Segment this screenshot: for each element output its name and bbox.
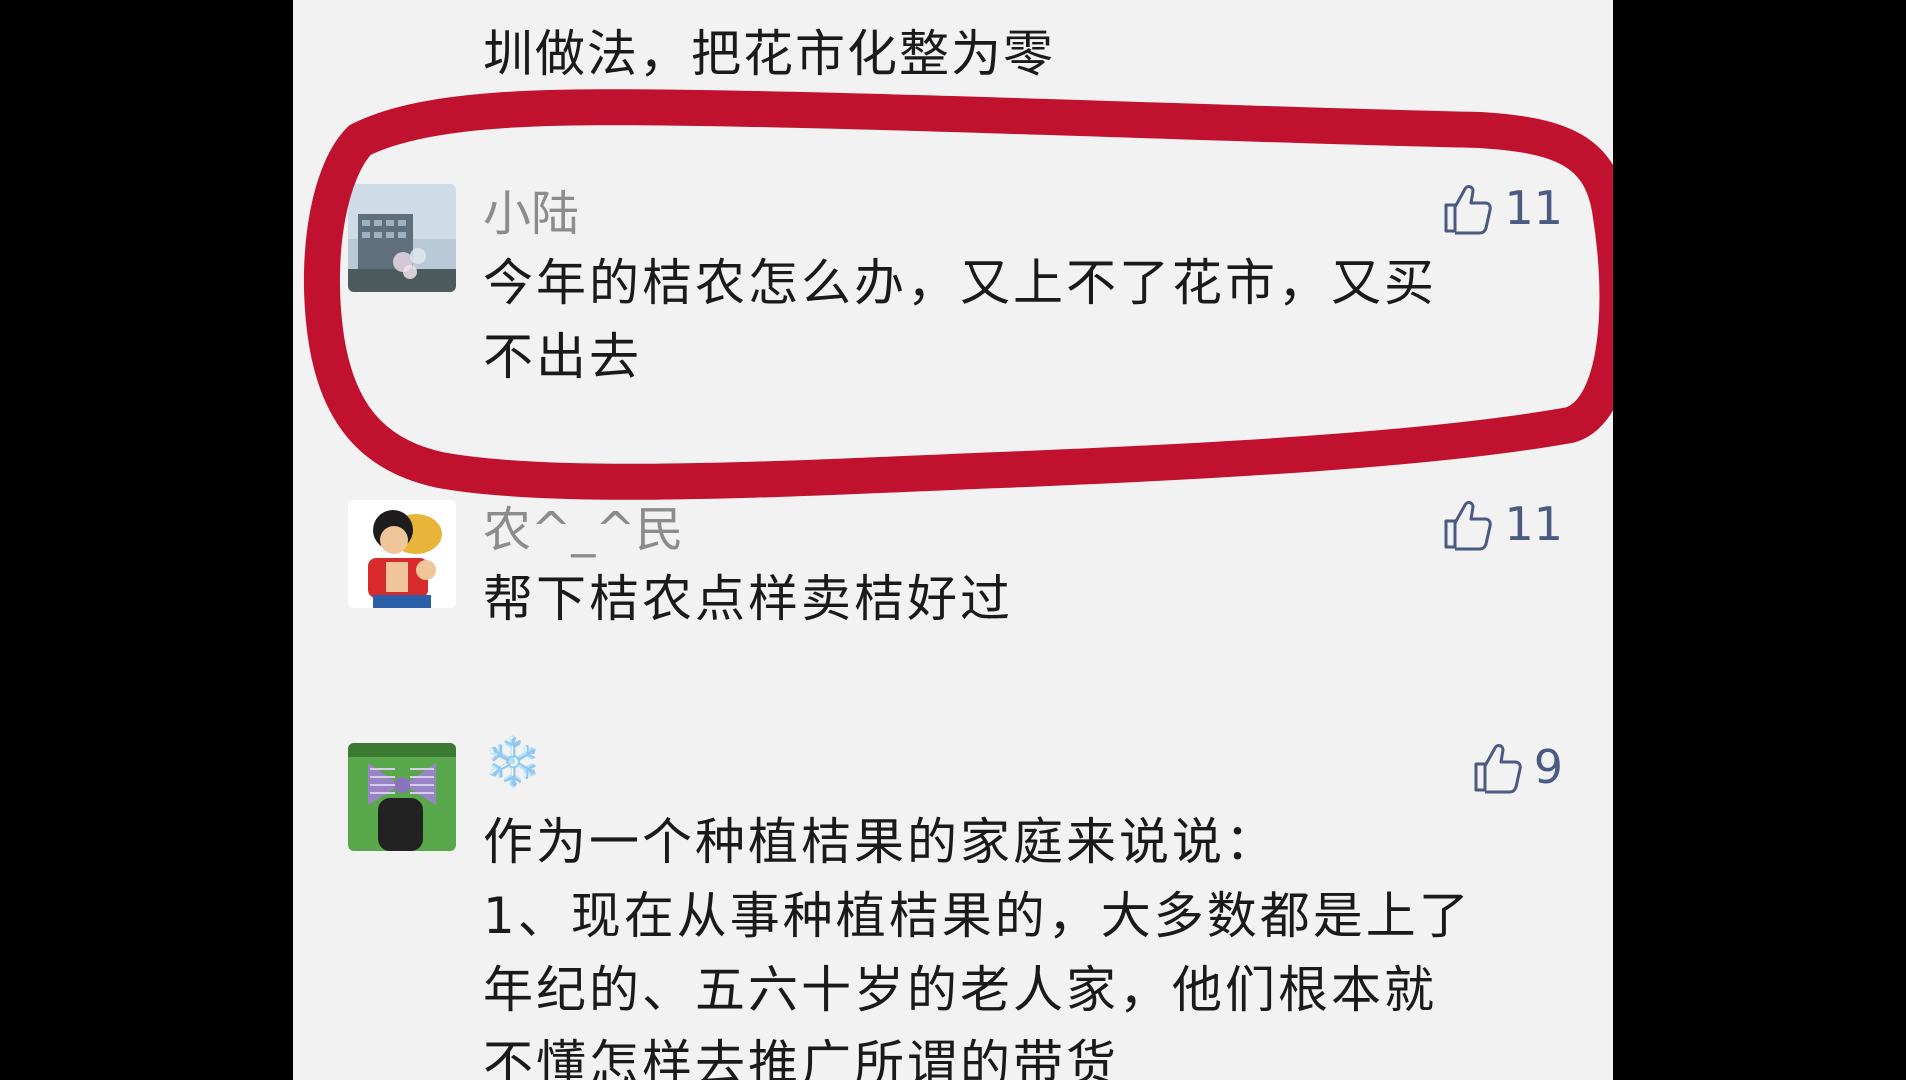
- purple-bow-avatar[interactable]: [348, 743, 456, 851]
- comment-text-line: 不懂怎样去推广所谓的带货: [483, 1035, 1119, 1080]
- previous-comment-text: 圳做法，把花市化整为零: [483, 25, 1055, 83]
- thumbs-up-icon: [1444, 185, 1493, 235]
- comment-body: 今年的桔农怎么办，又上不了花市，又买 不出去: [483, 246, 1563, 394]
- comment-text-line: 不出去: [483, 328, 642, 386]
- comment-body: 帮下桔农点样卖桔好过: [483, 562, 1563, 636]
- comment-text-line: 作为一个种植桔果的家庭来说说：: [483, 813, 1278, 871]
- avatar-image: [348, 184, 456, 292]
- cartoon-character-avatar[interactable]: [348, 500, 456, 608]
- comment-feed-panel: 圳做法，把花市化整为零 小陆 11 今年的桔农怎么办，又上不了花市，又买 不出去…: [293, 0, 1613, 1080]
- like-button[interactable]: 11: [1442, 492, 1563, 556]
- left-letterbox: [0, 0, 293, 1080]
- comment-text-line: 年纪的、五六十岁的老人家，他们根本就: [483, 961, 1437, 1019]
- like-button[interactable]: 9: [1472, 735, 1563, 799]
- avatar-image: [348, 500, 456, 608]
- comment-username[interactable]: ❄️: [483, 733, 543, 790]
- comment-text-line: 1、现在从事种植桔果的，大多数都是上了: [483, 887, 1472, 945]
- right-letterbox: [1613, 0, 1906, 1080]
- like-count: 11: [1504, 497, 1563, 551]
- avatar-image: [348, 743, 456, 851]
- thumbs-up-icon: [1444, 501, 1493, 551]
- building-photo-avatar[interactable]: [348, 184, 456, 292]
- comment-text-line: 帮下桔农点样卖桔好过: [483, 570, 1013, 628]
- like-count: 11: [1504, 181, 1563, 235]
- like-count: 9: [1533, 740, 1563, 794]
- comment-body: 作为一个种植桔果的家庭来说说： 1、现在从事种植桔果的，大多数都是上了 年纪的、…: [483, 805, 1563, 1080]
- comment-username[interactable]: 农^_^民: [483, 490, 683, 560]
- like-button[interactable]: 11: [1442, 176, 1563, 240]
- comment-username[interactable]: 小陆: [483, 174, 579, 244]
- thumbs-up-icon: [1474, 744, 1522, 794]
- comment-text-line: 今年的桔农怎么办，又上不了花市，又买: [483, 254, 1437, 312]
